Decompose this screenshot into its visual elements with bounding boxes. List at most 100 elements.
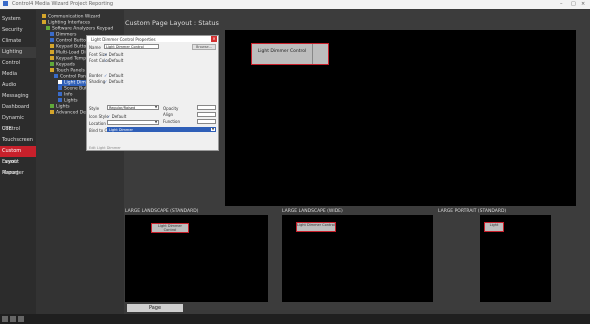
- style-select[interactable]: Regular/Raised ▼: [107, 105, 159, 110]
- preview-button[interactable]: Light Dimmer Control: [151, 223, 189, 233]
- window-title: Control4 Media Wizard Project Reporting: [12, 1, 114, 7]
- bind-select[interactable]: Light Dimmer ▼: [107, 127, 216, 132]
- check-icon: ✓: [107, 114, 111, 119]
- shading-default-checkbox[interactable]: ✓ Default: [104, 79, 123, 84]
- chevron-down-icon: ▼: [154, 120, 158, 124]
- tree-item[interactable]: Touch Panels: [50, 68, 85, 74]
- location-select[interactable]: ▼: [107, 120, 159, 125]
- status-bar: [0, 314, 590, 324]
- tree-item[interactable]: Lighting Interfaces: [42, 20, 90, 26]
- pane-title-large-landscape-wide: LARGE LANDSCAPE (WIDE): [282, 209, 343, 214]
- pane-title-large-portrait-standard: LARGE PORTRAIT (STANDARD): [438, 209, 507, 214]
- shading-label: Shading: [89, 79, 106, 84]
- sidebar-item-touchscreen[interactable]: Touchscreen: [0, 135, 36, 146]
- sidebar-item-security[interactable]: Security: [0, 25, 36, 36]
- sidebar-item-media[interactable]: Media: [0, 69, 36, 80]
- close-icon[interactable]: ×: [211, 36, 217, 42]
- check-icon: ✓: [104, 73, 108, 78]
- style-label: Style: [89, 106, 100, 111]
- panel-icon: [54, 74, 58, 78]
- sidebar-item-dashboard[interactable]: Dashboard: [0, 102, 36, 113]
- name-label: Name: [89, 45, 101, 50]
- app-icon: [3, 1, 8, 6]
- border-default-checkbox[interactable]: ✓ Default: [104, 73, 123, 78]
- tab-page[interactable]: Page: [127, 304, 183, 312]
- check-icon: ✓: [104, 58, 108, 63]
- icon-style-default-checkbox[interactable]: ✓ Default: [107, 114, 126, 119]
- sidebar-item-system[interactable]: System: [0, 14, 36, 25]
- dimmer-icon: [50, 32, 54, 36]
- tree-item[interactable]: Control Buttons: [50, 38, 91, 44]
- check-icon: ✓: [104, 52, 108, 57]
- border-label: Border: [89, 73, 103, 78]
- chevron-down-icon: ▼: [211, 127, 215, 131]
- align-label: Align: [163, 112, 174, 117]
- check-icon: ✓: [104, 79, 108, 84]
- preview-button[interactable]: Light: [484, 222, 504, 232]
- opacity-label: Opacity: [163, 106, 179, 111]
- sidebar-item-control[interactable]: Control: [0, 58, 36, 69]
- sidebar-item-ute[interactable]: UTE: [0, 124, 36, 135]
- sidebar-item-event-manager[interactable]: Event Manager: [0, 157, 36, 176]
- maximize-button[interactable]: □: [571, 1, 576, 7]
- folder-icon: [50, 110, 54, 114]
- page-title: Custom Page Layout : Status: [125, 19, 219, 27]
- function-input[interactable]: [197, 119, 216, 124]
- tree-item[interactable]: Dimmers: [50, 32, 76, 38]
- sidebar: System Security Climate Lighting Control…: [0, 10, 36, 314]
- font-color-default-checkbox[interactable]: ✓ Default: [104, 58, 123, 63]
- dialog-title: Light Dimmer Control Properties: [91, 36, 156, 42]
- keypad-icon: [46, 26, 50, 30]
- dialog-note: Edit Light Dimmer: [89, 146, 121, 150]
- chevron-down-icon: ▼: [154, 105, 158, 109]
- sidebar-item-messaging[interactable]: Messaging: [0, 91, 36, 102]
- info-icon: [58, 92, 62, 96]
- font-size-default-checkbox[interactable]: ✓ Default: [104, 52, 123, 57]
- keypad-icon: [50, 62, 54, 66]
- tree-item[interactable]: Lights: [50, 104, 70, 110]
- browse-button[interactable]: Browse...: [192, 44, 216, 50]
- folder-icon: [50, 50, 54, 54]
- folder-icon: [42, 14, 46, 18]
- properties-dialog: Light Dimmer Control Properties × Name L…: [86, 35, 219, 151]
- sidebar-item-audio[interactable]: Audio: [0, 80, 36, 91]
- pane-title-large-landscape-standard: LARGE LANDSCAPE (STANDARD): [125, 209, 199, 214]
- button-icon: [58, 86, 62, 90]
- tree-item[interactable]: Communication Wizard: [42, 14, 100, 20]
- title-bar: Control4 Media Wizard Project Reporting …: [0, 0, 590, 9]
- folder-icon: [42, 20, 46, 24]
- sidebar-item-lighting[interactable]: Lighting: [0, 47, 36, 58]
- preview-pane-large-landscape-standard[interactable]: [125, 215, 268, 302]
- tree-item[interactable]: Info: [58, 92, 73, 98]
- close-window-button[interactable]: ×: [581, 1, 585, 7]
- tree-item[interactable]: Lights: [58, 98, 78, 104]
- sidebar-item-report[interactable]: Report: [0, 168, 36, 179]
- button-label: Light Dimmer Control: [257, 49, 307, 54]
- folder-icon: [50, 68, 54, 72]
- status-icon: [18, 316, 24, 322]
- folder-icon: [50, 44, 54, 48]
- panel-icon: [58, 80, 62, 84]
- align-input[interactable]: [197, 112, 216, 117]
- tree-item[interactable]: Keypads: [50, 62, 75, 68]
- name-input[interactable]: Light Dimmer Control: [104, 44, 159, 49]
- light-icon: [50, 104, 54, 108]
- status-icon: [10, 316, 16, 322]
- status-icon: [2, 316, 8, 322]
- preview-button[interactable]: Light Dimmer Control: [296, 222, 336, 232]
- tree-item[interactable]: Software Analyzers Keypad: [46, 26, 113, 32]
- light-dimmer-control-button[interactable]: Light Dimmer Control: [251, 43, 329, 65]
- opacity-input[interactable]: [197, 105, 216, 110]
- folder-icon: [50, 56, 54, 60]
- dialog-title-bar: Light Dimmer Control Properties ×: [87, 36, 218, 42]
- sidebar-item-dynamic-control[interactable]: Dynamic Control: [0, 113, 36, 132]
- function-label: Function: [163, 119, 181, 124]
- sidebar-item-climate[interactable]: Climate: [0, 36, 36, 47]
- location-label: Location: [89, 121, 106, 126]
- light-icon: [58, 98, 62, 102]
- minimize-button[interactable]: –: [560, 1, 563, 7]
- divider: [312, 44, 313, 64]
- button-icon: [50, 38, 54, 42]
- icon-style-label: Icon Style: [89, 114, 109, 119]
- sidebar-item-custom-layout[interactable]: Custom Layout: [0, 146, 36, 165]
